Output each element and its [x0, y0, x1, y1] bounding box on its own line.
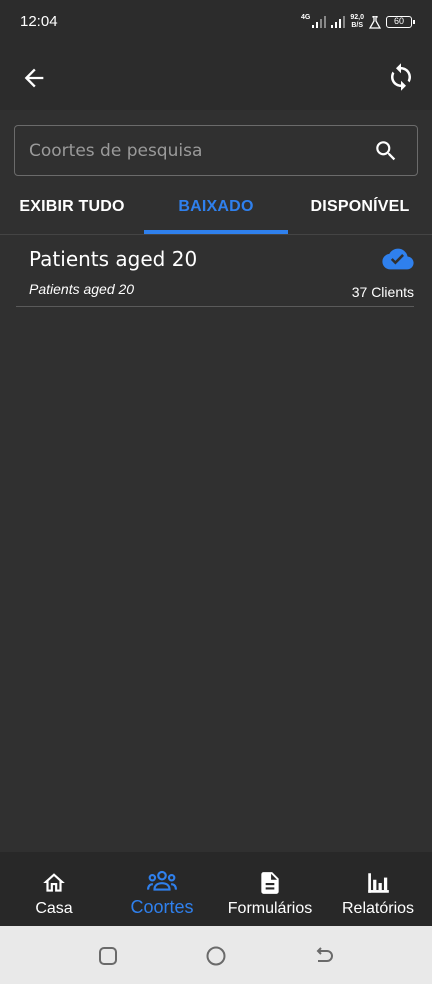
recent-apps-icon[interactable]	[97, 945, 119, 967]
home-button-icon[interactable]	[205, 945, 227, 967]
back-arrow-icon[interactable]	[20, 64, 48, 92]
nav-item-reports[interactable]: Relatórios	[324, 852, 432, 926]
home-icon	[43, 873, 65, 892]
nav-item-forms[interactable]: Formulários	[216, 852, 324, 926]
status-indicators: 4G 92,0 B/S 60	[301, 12, 415, 32]
network-type-label: 4G	[301, 13, 311, 21]
nav-label-forms: Formulários	[227, 900, 313, 917]
tab-downloaded[interactable]: BAIXADO	[144, 180, 288, 234]
cohort-client-count: 37 Clients	[351, 284, 414, 300]
status-bar: 12:04 4G 92,0 B/S 60	[0, 0, 432, 44]
flask-icon	[369, 15, 381, 29]
nav-item-home[interactable]: Casa	[0, 852, 108, 926]
people-icon	[147, 870, 177, 891]
signal-icon	[312, 16, 327, 28]
nav-item-cohorts[interactable]: Coortes	[108, 852, 216, 926]
net-speed-unit: B/S	[351, 22, 364, 29]
cohort-list-item[interactable]: Patients aged 20 Patients aged 20 37 Cli…	[16, 236, 414, 306]
tabs-divider	[0, 234, 432, 235]
list-divider	[16, 306, 414, 307]
cloud-done-icon	[382, 248, 414, 270]
search-icon[interactable]	[373, 138, 399, 164]
nav-label-home: Casa	[35, 900, 73, 917]
net-speed: 92,0 B/S	[350, 14, 364, 30]
tab-bar: EXIBIR TUDO BAIXADO DISPONÍVEL	[0, 180, 432, 234]
signal-icon-2	[331, 16, 346, 28]
search-input[interactable]	[29, 126, 359, 175]
tab-available[interactable]: DISPONÍVEL	[288, 180, 432, 234]
app-bar	[0, 44, 432, 110]
cohort-title: Patients aged 20	[29, 247, 198, 271]
search-box	[14, 125, 418, 176]
nav-label-cohorts: Coortes	[130, 897, 194, 917]
nav-label-reports: Relatórios	[341, 900, 415, 917]
battery-indicator: 60	[386, 16, 415, 28]
sync-icon[interactable]	[386, 62, 416, 92]
tab-show-all[interactable]: EXIBIR TUDO	[0, 180, 144, 234]
system-navigation-bar	[0, 926, 432, 984]
cohort-subtitle: Patients aged 20	[29, 281, 135, 297]
document-icon	[261, 872, 279, 894]
back-button-icon[interactable]	[313, 945, 335, 967]
net-speed-value: 92,0	[350, 14, 364, 21]
bar-chart-icon	[368, 873, 389, 893]
bottom-navigation: Casa Coortes Formulários Relatórios	[0, 852, 432, 926]
status-time: 12:04	[20, 13, 58, 30]
